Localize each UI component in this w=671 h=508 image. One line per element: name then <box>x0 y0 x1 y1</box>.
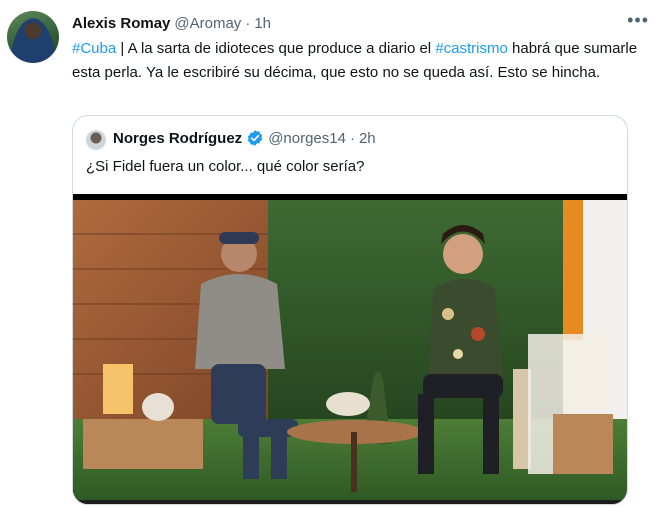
author-name[interactable]: Alexis Romay <box>72 15 170 32</box>
quoted-tweet-time: 2h <box>358 129 376 147</box>
author-avatar[interactable] <box>7 11 59 63</box>
tweet-text: #Cuba | A la sarta de idioteces que prod… <box>72 37 652 85</box>
quoted-tweet-text: ¿Si Fidel fuera un color... qué color se… <box>86 158 365 175</box>
tweet-time[interactable]: 1h <box>254 15 271 32</box>
quoted-tweet-header: Norges Rodríguez @norges14 · 2h <box>113 129 376 147</box>
tweet-header: Alexis Romay @Aromay · 1h <box>72 13 651 33</box>
quoted-tweet-card[interactable]: Norges Rodríguez @norges14 · 2h ¿Si Fide… <box>72 115 628 505</box>
author-handle[interactable]: @Aromay <box>174 15 241 32</box>
more-horizontal-icon[interactable]: ••• <box>627 11 649 29</box>
separator-dot: · <box>245 14 251 32</box>
quoted-tweet-video[interactable] <box>73 194 627 504</box>
quoted-author-name: Norges Rodríguez <box>113 129 243 147</box>
quoted-author-handle: @norges14 <box>268 129 346 147</box>
separator-dot: · <box>349 129 355 147</box>
video-frame-image <box>73 200 627 504</box>
quoted-author-avatar <box>86 130 106 150</box>
verified-badge-icon <box>246 129 264 147</box>
tweet-text-segment: | A la sarta de idioteces que produce a … <box>116 40 436 57</box>
hashtag-link[interactable]: #castrismo <box>435 40 508 57</box>
hashtag-link[interactable]: #Cuba <box>72 40 116 57</box>
